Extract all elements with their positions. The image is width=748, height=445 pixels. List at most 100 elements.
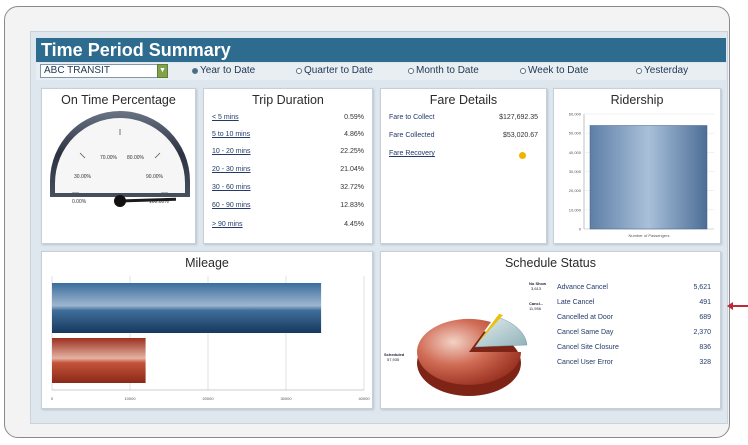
mileage-panel: Mileage 0 10000 20000 30000 40000 (41, 251, 373, 409)
fare-status-dot (519, 152, 526, 159)
trip-duration-panel: Trip Duration < 5 mins 0.59% 5 to 10 mins… (203, 88, 373, 244)
page-title: Time Period Summary (36, 38, 726, 62)
period-radio-year[interactable]: Year to Date (192, 65, 255, 76)
filter-bar: ABC TRANSIT ▼ Year to Date Quarter to Da… (36, 63, 726, 80)
period-radio-month[interactable]: Month to Date (408, 65, 479, 76)
schedule-row-label: Cancel Site Closure (557, 344, 619, 351)
schedule-row-label: Advance Cancel (557, 284, 608, 291)
gauge-label-80: 80.00% (127, 155, 145, 161)
fare-recovery-link[interactable]: Fare Recovery (389, 150, 435, 162)
schedule-row: Advance Cancel 5,621 (557, 284, 711, 296)
fare-details-panel: Fare Details Fare to Collect $127,692.35 … (380, 88, 547, 244)
gauge-label-30: 30.00% (74, 174, 92, 180)
agency-select[interactable]: ABC TRANSIT ▼ (40, 64, 168, 78)
ridership-panel: Ridership 60,000 50,000 40,000 30,000 20,000… (553, 88, 721, 244)
trip-row-label[interactable]: 10 - 20 mins (212, 148, 251, 160)
schedule-row: Late Cancel 491 (557, 299, 711, 311)
fare-row: Fare Collected $53,020.67 (389, 132, 538, 144)
trip-row: 20 - 30 mins 21.04% (212, 166, 364, 178)
schedule-row-value: 2,370 (693, 329, 711, 336)
trip-row-label[interactable]: 30 - 60 mins (212, 184, 251, 196)
trip-row-value: 32.72% (340, 184, 364, 191)
mileage-x-tick: 20000 (202, 396, 214, 401)
ridership-y-tick: 20,000 (569, 188, 582, 193)
trip-row: 60 - 90 mins 12.83% (212, 202, 364, 214)
ridership-chart: 60,000 50,000 40,000 30,000 20,000 10,000 0 Nu… (569, 112, 714, 238)
trip-row: 30 - 60 mins 32.72% (212, 184, 364, 196)
trip-row: > 90 mins 4.45% (212, 221, 364, 233)
pie-value-scheduled: 57,935 (387, 357, 400, 362)
pie-value-cancel: 11,956 (529, 306, 542, 311)
ridership-y-tick: 60,000 (569, 112, 582, 117)
trip-row-label[interactable]: > 90 mins (212, 221, 243, 233)
fare-row-label: Fare Collected (389, 132, 435, 139)
callout-line (730, 305, 748, 307)
trip-row-label[interactable]: < 5 mins (212, 114, 239, 126)
fare-row-label: Fare to Collect (389, 114, 435, 121)
gauge-needle (119, 197, 177, 203)
mileage-x-tick: 10000 (124, 396, 136, 401)
trip-row: < 5 mins 0.59% (212, 114, 364, 126)
trip-duration-title: Trip Duration (252, 93, 324, 107)
radio-selected-icon (192, 67, 198, 74)
radio-icon (636, 67, 642, 74)
radio-icon (520, 67, 526, 74)
trip-row-label[interactable]: 5 to 10 mins (212, 131, 250, 143)
schedule-row-value: 5,621 (693, 284, 711, 291)
mileage-x-tick: 40000 (358, 396, 370, 401)
agency-select-value: ABC TRANSIT (44, 65, 110, 76)
schedule-row-value: 491 (699, 299, 711, 306)
schedule-row: Cancel Same Day 2,370 (557, 329, 711, 341)
ridership-y-tick: 10,000 (569, 207, 582, 212)
ridership-y-tick: 0 (579, 227, 582, 232)
gauge-label-90: 90.00% (146, 174, 164, 180)
fare-row: Fare Recovery (389, 150, 538, 162)
schedule-row-value: 836 (699, 344, 711, 351)
schedule-row-label: Late Cancel (557, 299, 595, 306)
trip-row-label[interactable]: 20 - 30 mins (212, 166, 251, 178)
mileage-x-tick: 30000 (280, 396, 292, 401)
mileage-chart: 0 10000 20000 30000 40000 (51, 276, 370, 401)
fare-details-title: Fare Details (429, 93, 498, 107)
mileage-bar-red[interactable] (52, 338, 146, 383)
schedule-row-label: Cancel Same Day (557, 329, 614, 336)
schedule-row: Cancel Site Closure 836 (557, 344, 711, 356)
fare-row-value: $53,020.67 (502, 132, 538, 139)
fare-row: Fare to Collect $127,692.35 (389, 114, 538, 126)
trip-row-value: 21.04% (340, 166, 364, 173)
trip-row: 10 - 20 mins 22.25% (212, 148, 364, 160)
schedule-row-label: Cancelled at Door (557, 314, 614, 321)
ridership-bar[interactable] (589, 125, 708, 230)
mileage-bar-blue[interactable] (52, 283, 322, 333)
period-radio-yesterday[interactable]: Yesterday (636, 65, 688, 76)
trip-row-value: 4.86% (344, 131, 364, 138)
ridership-y-tick: 50,000 (569, 131, 582, 136)
trip-row-label[interactable]: 60 - 90 mins (212, 202, 251, 214)
gauge-label-0: 0.00% (72, 199, 87, 205)
ridership-y-tick: 40,000 (569, 150, 582, 155)
on-time-panel: On Time Percentage 0.00% 30.00% 70.00% 8… (41, 88, 196, 244)
fare-row-value: $127,692.35 (499, 114, 538, 121)
schedule-row: Cancelled at Door 689 (557, 314, 711, 326)
schedule-row: Cancel User Error 328 (557, 359, 711, 371)
trip-row-value: 0.59% (344, 114, 364, 121)
gauge-hub (114, 195, 126, 207)
mileage-x-ticks: 0 10000 20000 30000 40000 (51, 396, 370, 401)
ridership-x-label: Number of Passengers (629, 233, 670, 238)
trip-row-value: 22.25% (340, 148, 364, 155)
schedule-status-panel: Schedule Status No Show 3,613 Cancl... 1… (380, 251, 721, 409)
schedule-row-value: 689 (699, 314, 711, 321)
gauge-label-70: 70.00% (100, 155, 118, 161)
ridership-y-tick: 30,000 (569, 169, 582, 174)
mileage-x-tick: 0 (51, 396, 54, 401)
radio-icon (296, 67, 302, 74)
trip-row-value: 4.45% (344, 221, 364, 228)
trip-row: 5 to 10 mins 4.86% (212, 131, 364, 143)
period-radio-quarter[interactable]: Quarter to Date (296, 65, 373, 76)
schedule-row-label: Cancel User Error (557, 359, 614, 366)
period-radio-week[interactable]: Week to Date (520, 65, 588, 76)
pie-value-no-show: 3,613 (531, 286, 542, 291)
dropdown-arrow-icon[interactable]: ▼ (157, 64, 168, 78)
trip-row-value: 12.83% (340, 202, 364, 209)
on-time-gauge: 0.00% 30.00% 70.00% 80.00% 90.00% 100.00… (50, 111, 190, 207)
